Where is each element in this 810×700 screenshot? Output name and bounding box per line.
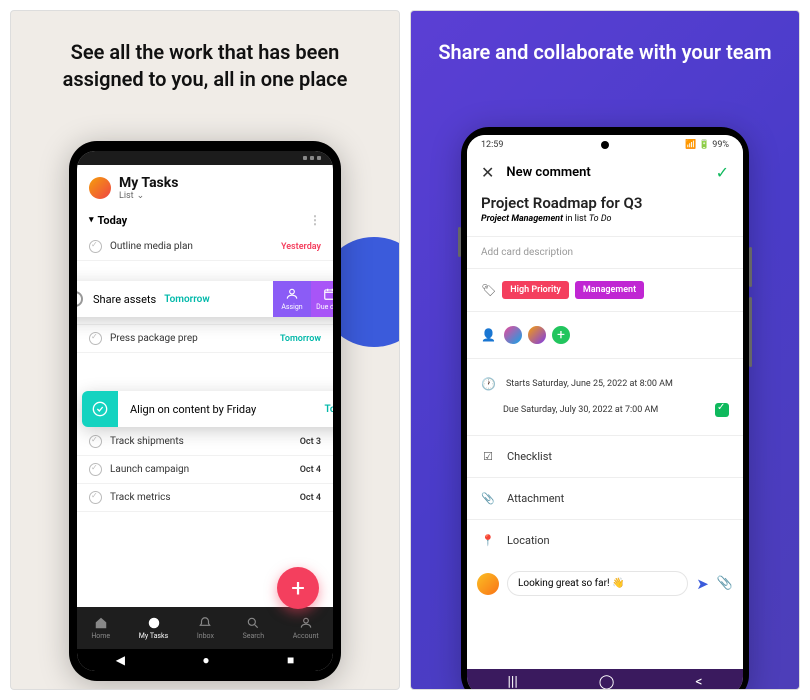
nav-account[interactable]: Account bbox=[293, 616, 319, 640]
check-icon[interactable] bbox=[89, 332, 102, 345]
nav-home[interactable]: Home bbox=[91, 616, 110, 640]
task-row[interactable]: Track shipmentsOct 3 bbox=[77, 428, 333, 456]
back-icon[interactable]: < bbox=[695, 674, 702, 690]
due-chip: Tomorrow bbox=[164, 294, 210, 305]
due-chip: Oct 4 bbox=[300, 465, 321, 475]
attachment-item[interactable]: 📎Attachment bbox=[467, 482, 743, 515]
duedate-action[interactable]: Due date bbox=[311, 281, 333, 317]
due-chip: Tomorrow bbox=[280, 334, 321, 344]
recent-icon[interactable]: ||| bbox=[507, 674, 517, 690]
home-icon[interactable]: ◯ bbox=[599, 674, 615, 690]
add-member-button[interactable]: + bbox=[550, 324, 572, 346]
more-icon[interactable]: ⋮ bbox=[309, 213, 321, 227]
card-subtitle: Project Management in list To Do bbox=[467, 214, 743, 232]
android-navbar: ◀ ● ■ bbox=[77, 649, 333, 671]
due-chip: Oct 3 bbox=[300, 437, 321, 447]
task-row[interactable]: Track metricsOct 4 bbox=[77, 484, 333, 512]
panel-collaborate: Share and collaborate with your team 12:… bbox=[410, 10, 800, 690]
attachment-icon: 📎 bbox=[481, 492, 495, 505]
tag-management[interactable]: Management bbox=[575, 281, 644, 299]
due-chip: Tomorrow bbox=[325, 404, 334, 415]
checklist-item[interactable]: ☑Checklist bbox=[467, 440, 743, 473]
task-highlight-card[interactable]: Align on content by Friday Tomorrow bbox=[82, 391, 333, 427]
nav-mytasks[interactable]: My Tasks bbox=[139, 616, 168, 640]
back-icon[interactable]: ◀ bbox=[116, 653, 125, 667]
screen-right: 12:59 📶 🔋 99% ✕ New comment ✓ Project Ro… bbox=[467, 135, 743, 690]
phone-frame-left: My Tasks List⌄ Today⋮ Outline media plan… bbox=[69, 141, 341, 681]
add-task-fab[interactable]: + bbox=[277, 567, 319, 609]
location-item[interactable]: 📍Location bbox=[467, 524, 743, 557]
members-row: 👤 + bbox=[467, 316, 743, 354]
android-status-bar bbox=[77, 151, 333, 165]
headline-left: See all the work that has been assigned … bbox=[11, 11, 399, 113]
nav-search[interactable]: Search bbox=[243, 616, 265, 640]
start-date[interactable]: Starts Saturday, June 25, 2022 at 8:00 A… bbox=[506, 379, 673, 389]
member-avatar[interactable] bbox=[502, 324, 524, 346]
screen-left: My Tasks List⌄ Today⋮ Outline media plan… bbox=[77, 151, 333, 671]
recent-icon[interactable]: ■ bbox=[287, 653, 294, 667]
commenter-avatar[interactable] bbox=[477, 573, 499, 595]
comment-composer: Looking great so far! 👋 ➤ 📎 bbox=[467, 563, 743, 604]
nav-inbox[interactable]: Inbox bbox=[197, 616, 214, 640]
due-chip: Yesterday bbox=[281, 242, 321, 252]
date-check-icon[interactable] bbox=[715, 403, 729, 417]
person-icon[interactable]: 👤 bbox=[481, 328, 496, 342]
tag-icon[interactable]: 🏷 bbox=[481, 283, 496, 297]
panel-assigned-work: See all the work that has been assigned … bbox=[10, 10, 400, 690]
confirm-icon[interactable]: ✓ bbox=[716, 163, 729, 182]
comment-header: ✕ New comment ✓ bbox=[467, 155, 743, 186]
headline-right: Share and collaborate with your team bbox=[411, 11, 799, 86]
tags-row: 🏷 High Priority Management bbox=[467, 273, 743, 307]
view-selector[interactable]: List⌄ bbox=[119, 191, 178, 201]
member-avatar[interactable] bbox=[526, 324, 548, 346]
task-swipe-card[interactable]: Share assets Tomorrow Assign Due date bbox=[77, 281, 333, 317]
chevron-down-icon: ⌄ bbox=[137, 191, 145, 201]
send-icon[interactable]: ➤ bbox=[696, 575, 709, 593]
clock-icon: 🕐 bbox=[481, 377, 496, 391]
task-row[interactable]: Outline media planYesterday bbox=[77, 233, 333, 261]
checklist-icon: ☑ bbox=[481, 450, 495, 463]
task-row[interactable]: Press package prepTomorrow bbox=[77, 325, 333, 353]
check-icon[interactable] bbox=[89, 435, 102, 448]
tasks-header: My Tasks List⌄ bbox=[77, 165, 333, 207]
due-date[interactable]: Due Saturday, July 30, 2022 at 7:00 AM bbox=[503, 405, 658, 415]
assign-action[interactable]: Assign bbox=[273, 281, 311, 317]
power-button bbox=[749, 297, 752, 367]
header-title: New comment bbox=[506, 165, 590, 180]
task-row[interactable]: Launch campaignOct 4 bbox=[77, 456, 333, 484]
check-icon[interactable] bbox=[89, 463, 102, 476]
check-icon[interactable] bbox=[89, 240, 102, 253]
bottom-nav: Home My Tasks Inbox Search Account bbox=[77, 607, 333, 649]
close-icon[interactable]: ✕ bbox=[481, 163, 494, 182]
location-icon: 📍 bbox=[481, 534, 495, 547]
dates-section: 🕐 Starts Saturday, June 25, 2022 at 8:00 … bbox=[467, 363, 743, 431]
tag-high-priority[interactable]: High Priority bbox=[502, 281, 569, 299]
section-today[interactable]: Today⋮ bbox=[77, 207, 333, 233]
check-icon[interactable] bbox=[77, 291, 83, 307]
side-button bbox=[458, 227, 461, 257]
attach-icon[interactable]: 📎 bbox=[717, 576, 733, 591]
complete-badge[interactable] bbox=[82, 391, 118, 427]
card-title: Project Roadmap for Q3 bbox=[467, 186, 743, 214]
check-icon[interactable] bbox=[89, 491, 102, 504]
page-title: My Tasks bbox=[119, 175, 178, 191]
home-icon[interactable]: ● bbox=[202, 653, 209, 667]
volume-button bbox=[749, 247, 752, 287]
phone-frame-right: 12:59 📶 🔋 99% ✕ New comment ✓ Project Ro… bbox=[461, 127, 749, 690]
camera-cutout bbox=[601, 141, 609, 149]
due-chip: Oct 4 bbox=[300, 493, 321, 503]
avatar[interactable] bbox=[89, 177, 111, 199]
android-navbar: ||| ◯ < bbox=[467, 669, 743, 690]
card-description[interactable]: Add card description bbox=[467, 241, 743, 264]
comment-input[interactable]: Looking great so far! 👋 bbox=[507, 571, 688, 596]
